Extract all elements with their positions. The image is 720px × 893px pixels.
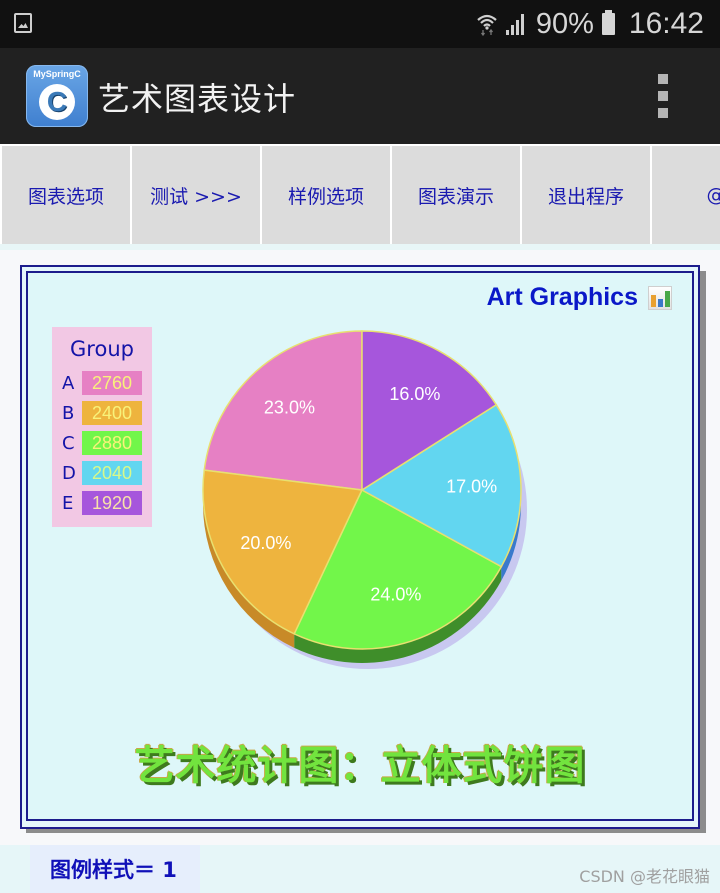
legend-style-label: 图例样式＝ 1 — [30, 845, 200, 893]
legend-title: Group — [70, 337, 134, 361]
overflow-menu-icon[interactable] — [655, 74, 671, 118]
chart-options-button[interactable]: 图表选项 — [2, 146, 130, 244]
legend-item: D 2040 — [62, 461, 142, 485]
chart-title: Art Graphics — [486, 283, 638, 311]
wifi-icon — [477, 14, 497, 36]
legend: Group A 2760 B 2400 C 2880 D 2040 E 1920 — [52, 327, 152, 527]
app-logo: MySpringC C — [26, 65, 88, 127]
pie-label: 16.0% — [389, 384, 440, 404]
at-button[interactable]: @ — [652, 146, 720, 244]
legend-value: 2880 — [82, 431, 142, 455]
exit-button[interactable]: 退出程序 — [522, 146, 650, 244]
legend-value: 2040 — [82, 461, 142, 485]
legend-item: A 2760 — [62, 371, 142, 395]
pie-label: 24.0% — [370, 584, 421, 604]
legend-key: C — [62, 432, 75, 454]
chart-panel: 23.0% 20.0% 24.0% 17.0% 16.0% Art Graphics G… — [20, 265, 700, 829]
battery-percent: 90% — [535, 7, 594, 40]
watermark: CSDN @老花眼猫 — [579, 867, 710, 886]
sample-options-button[interactable]: 样例选项 — [262, 146, 390, 244]
chart-area: 23.0% 20.0% 24.0% 17.0% 16.0% Art Graphics G… — [26, 271, 694, 821]
gallery-icon — [14, 13, 32, 33]
legend-key: E — [62, 492, 74, 514]
chart-caption: 艺术统计图：立体式饼图 — [134, 743, 586, 789]
legend-value: 1920 — [82, 491, 142, 515]
clock: 16:42 — [628, 7, 704, 40]
nav-divider — [0, 244, 720, 250]
chart-heading: Art Graphics — [487, 283, 672, 312]
legend-item: C 2880 — [62, 431, 142, 455]
pie-label: 20.0% — [240, 533, 291, 553]
legend-item: B 2400 — [62, 401, 142, 425]
pie-label: 23.0% — [264, 398, 315, 418]
signal-icon — [505, 13, 528, 35]
app-bar: MySpringC C 艺术图表设计 — [0, 48, 720, 144]
bar-chart-icon — [648, 285, 672, 310]
logo-letter: C — [39, 84, 75, 120]
status-indicators: 90% 16:42 — [476, 6, 704, 42]
legend-key: A — [62, 372, 75, 394]
app-title: 艺术图表设计 — [98, 80, 297, 118]
battery-icon — [601, 10, 615, 35]
logo-text: MySpringC — [33, 69, 81, 79]
test-button[interactable]: 测试 >>> — [132, 146, 260, 244]
legend-item: E 1920 — [62, 491, 142, 515]
chart-demo-button[interactable]: 图表演示 — [392, 146, 520, 244]
legend-value: 2760 — [82, 371, 142, 395]
legend-key: D — [62, 462, 76, 484]
footer: 图例样式＝ 1 CSDN @老花眼猫 — [0, 845, 720, 893]
nav-bar: 图表选项 测试 >>> 样例选项 图表演示 退出程序 @ — [0, 144, 720, 246]
legend-value: 2400 — [82, 401, 142, 425]
pie-label: 17.0% — [446, 477, 497, 497]
legend-key: B — [62, 402, 75, 424]
status-bar: 90% 16:42 — [0, 0, 720, 48]
